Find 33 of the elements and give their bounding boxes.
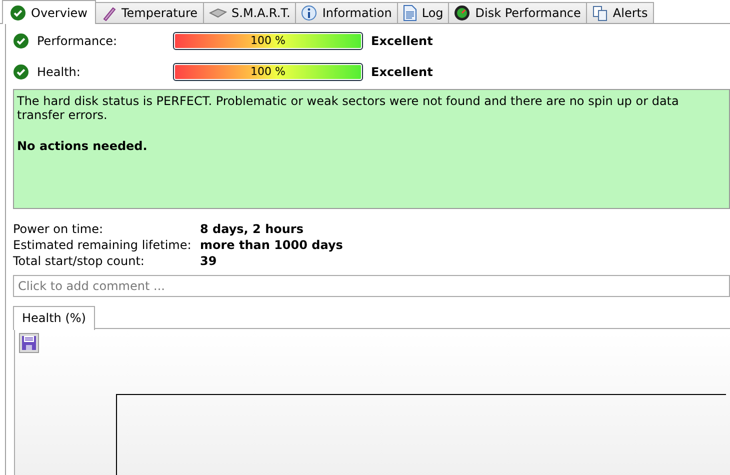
document-icon	[402, 5, 417, 21]
rating-label: Health:	[37, 65, 82, 79]
save-icon[interactable]	[19, 333, 39, 353]
chart-tab[interactable]: Health (%)	[13, 306, 95, 330]
detail-label: Total start/stop count:	[13, 253, 146, 269]
info-icon	[301, 5, 318, 21]
gauge-icon	[454, 5, 470, 21]
tab[interactable]: Log	[396, 2, 450, 23]
detail-value: 8 days, 2 hours	[200, 221, 304, 237]
rating-reading: 100 %	[250, 34, 286, 47]
copy-icon	[592, 5, 608, 21]
tab[interactable]: S.M.A.R.T.	[202, 2, 296, 23]
status-message: The hard disk status is PERFECT. Problematic or weak sectors were not found and there are no spin up or data transfer errors.	[17, 94, 680, 122]
check-icon	[10, 4, 26, 20]
detail-value: more than 1000 days	[200, 237, 344, 253]
tab[interactable]: Alerts	[586, 2, 654, 23]
rating-verdict: Excellent	[371, 65, 434, 79]
check-icon	[13, 33, 29, 49]
thermometer-icon	[100, 5, 116, 21]
detail-value: 39	[200, 253, 218, 269]
check-icon	[13, 64, 29, 80]
detail-label: Power on time:	[13, 221, 104, 237]
tab[interactable]: Disk Performance	[448, 2, 587, 23]
tab[interactable]: Overview	[2, 0, 96, 24]
tab[interactable]: Temperature	[94, 2, 204, 23]
tab[interactable]: Information	[295, 2, 398, 23]
detail-label: Estimated remaining lifetime:	[13, 237, 192, 253]
rating-label: Performance:	[37, 34, 118, 48]
disk-drive-icon	[208, 8, 227, 18]
action-message: No actions needed.	[17, 139, 148, 153]
comment-field[interactable]: Click to add comment ...	[13, 275, 730, 297]
rating-verdict: Excellent	[371, 34, 434, 48]
rating-reading: 100 %	[250, 65, 286, 78]
